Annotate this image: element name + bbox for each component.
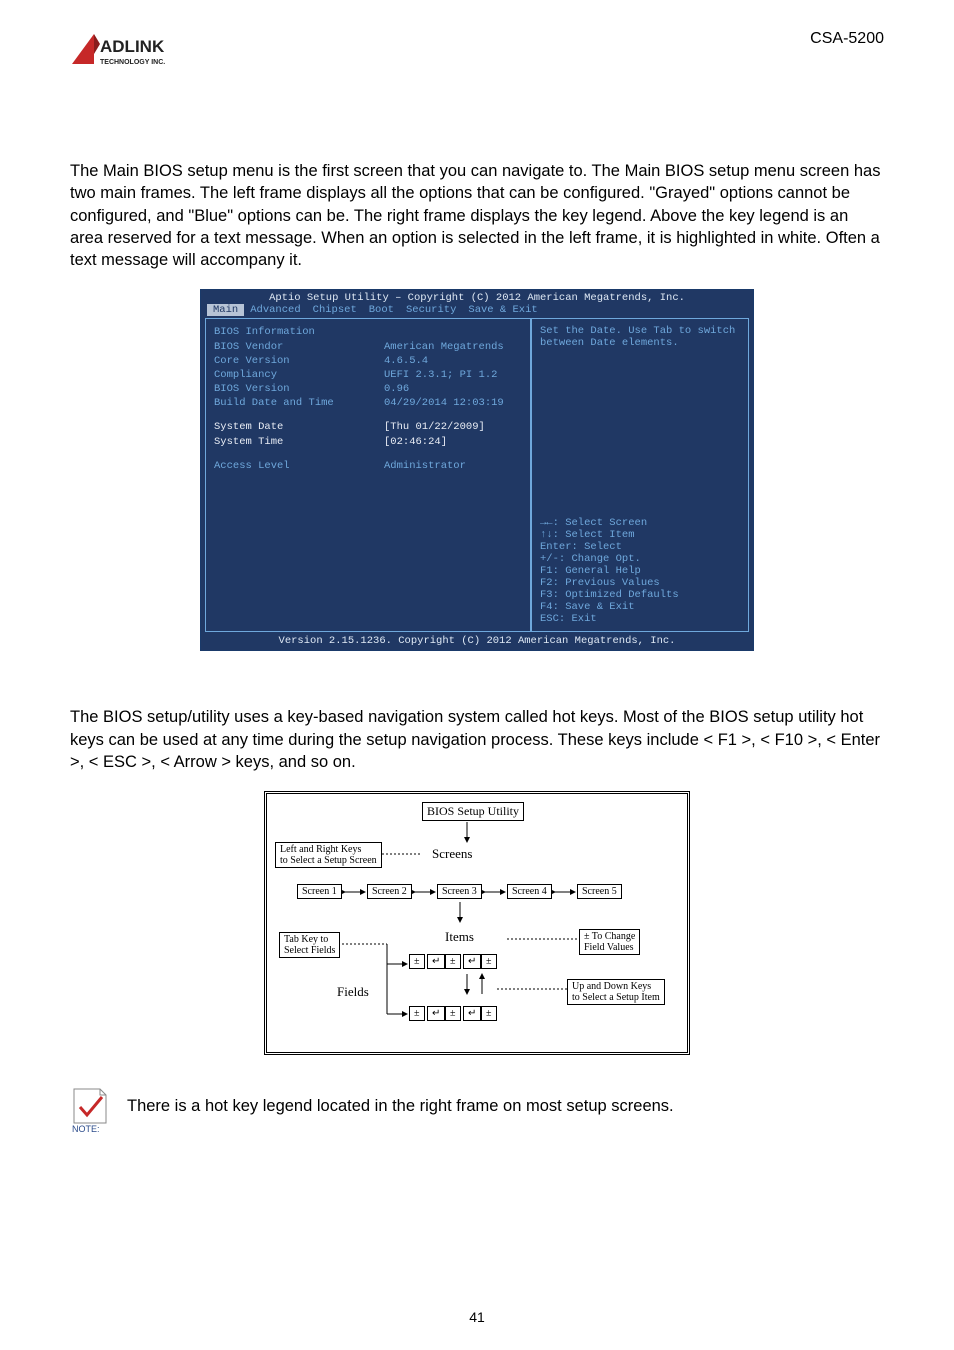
access-level-label: Access Level (214, 459, 384, 473)
bios-screenshot: Aptio Setup Utility – Copyright (C) 2012… (200, 289, 754, 651)
bios-row-label: Core Version (214, 354, 384, 368)
bios-key-legend: →←: Select Screen ↑↓: Select Item Enter:… (540, 517, 740, 625)
note-text: There is a hot key legend located in the… (127, 1097, 674, 1116)
field-cell: ↵ (427, 954, 445, 969)
svg-text:TECHNOLOGY INC.: TECHNOLOGY INC. (100, 59, 165, 66)
access-level-value: Administrator (384, 459, 522, 473)
screen-box: Screen 4 (507, 884, 552, 899)
bios-row-label: BIOS Vendor (214, 340, 384, 354)
bios-row-value: 04/29/2014 12:03:19 (384, 396, 522, 410)
bios-tab-advanced[interactable]: Advanced (244, 304, 306, 316)
system-time-label[interactable]: System Time (214, 435, 384, 449)
tab-key-box: Tab Key to Select Fields (279, 932, 340, 958)
hotkeys-paragraph: The BIOS setup/utility uses a key-based … (70, 706, 884, 773)
system-date-label[interactable]: System Date (214, 420, 384, 434)
svg-text:NOTE:: NOTE: (72, 1124, 100, 1133)
field-cell: ↵ (427, 1006, 445, 1021)
product-code: CSA-5200 (810, 30, 884, 48)
bios-row-value: American Megatrends (384, 340, 522, 354)
bios-tab-chipset[interactable]: Chipset (307, 304, 363, 316)
bios-tab-boot[interactable]: Boot (363, 304, 400, 316)
updown-keys-box: Up and Down Keys to Select a Setup Item (567, 979, 665, 1005)
system-date-value[interactable]: [Thu 01/22/2009] (384, 420, 522, 434)
bios-tab-row: MainAdvancedChipsetBootSecuritySave & Ex… (201, 304, 753, 318)
bios-help-text: Set the Date. Use Tab to switch between … (540, 325, 740, 349)
legend-line: F1: General Help (540, 565, 740, 577)
bios-right-pane: Set the Date. Use Tab to switch between … (531, 318, 749, 632)
legend-line: →←: Select Screen (540, 517, 740, 529)
bios-title: Aptio Setup Utility – Copyright (C) 2012… (201, 290, 753, 304)
screens-label: Screens (432, 846, 472, 862)
navigation-diagram: BIOS Setup Utility Left and Right Keys t… (264, 791, 690, 1055)
screen-box: Screen 5 (577, 884, 622, 899)
bios-tab-security[interactable]: Security (400, 304, 462, 316)
diagram-title-box: BIOS Setup Utility (422, 802, 524, 821)
bios-row-value: 0.96 (384, 382, 522, 396)
bios-row-value: UEFI 2.3.1; PI 1.2 (384, 368, 522, 382)
svg-text:ADLINK: ADLINK (100, 37, 165, 56)
change-values-box: ± To Change Field Values (579, 929, 640, 955)
screen-box: Screen 1 (297, 884, 342, 899)
legend-line: Enter: Select (540, 541, 740, 553)
fields-label: Fields (337, 984, 369, 1000)
legend-line: +/-: Change Opt. (540, 553, 740, 565)
system-time-value[interactable]: [02:46:24] (384, 435, 522, 449)
field-cell: ± (445, 954, 461, 969)
bios-row-label: Compliancy (214, 368, 384, 382)
legend-line: ↑↓: Select Item (540, 529, 740, 541)
bios-row-label: BIOS Version (214, 382, 384, 396)
bios-info-heading: BIOS Information (214, 325, 522, 339)
page-number: 41 (0, 1309, 954, 1325)
items-label: Items (445, 929, 474, 945)
bios-row-label: Build Date and Time (214, 396, 384, 410)
legend-line: F2: Previous Values (540, 577, 740, 589)
field-cell: ± (409, 954, 425, 969)
field-cell: ↵ (463, 954, 481, 969)
bios-footer: Version 2.15.1236. Copyright (C) 2012 Am… (201, 632, 753, 650)
bios-tab-saveexit[interactable]: Save & Exit (462, 304, 543, 316)
field-cell: ± (481, 1006, 497, 1021)
lr-keys-box: Left and Right Keys to Select a Setup Sc… (275, 842, 382, 868)
legend-line: F4: Save & Exit (540, 601, 740, 613)
legend-line: ESC: Exit (540, 613, 740, 625)
screen-box: Screen 2 (367, 884, 412, 899)
intro-paragraph: The Main BIOS setup menu is the first sc… (70, 160, 884, 271)
bios-row-value: 4.6.5.4 (384, 354, 522, 368)
field-cell: ± (409, 1006, 425, 1021)
field-cell: ↵ (463, 1006, 481, 1021)
bios-tab-main[interactable]: Main (207, 304, 244, 316)
bios-left-pane: BIOS Information BIOS VendorAmerican Meg… (205, 318, 531, 632)
field-cell: ± (481, 954, 497, 969)
legend-line: F3: Optimized Defaults (540, 589, 740, 601)
field-cell: ± (445, 1006, 461, 1021)
screen-box: Screen 3 (437, 884, 482, 899)
adlink-logo: ADLINK TECHNOLOGY INC. (70, 30, 190, 70)
note-icon: NOTE: (70, 1085, 112, 1127)
